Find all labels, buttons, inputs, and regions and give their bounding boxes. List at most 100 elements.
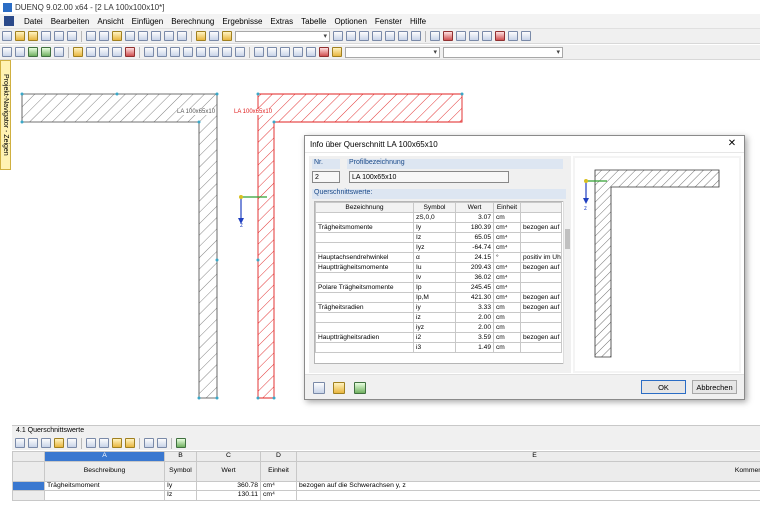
section-icon[interactable]	[125, 47, 135, 57]
cancel-button[interactable]: Abbrechen	[692, 380, 737, 394]
menu-hilfe[interactable]: Hilfe	[406, 17, 430, 26]
table-row[interactable]: Iyz -64.74 cm⁴	[315, 242, 562, 253]
window2-icon[interactable]	[209, 31, 219, 41]
result-view-icon[interactable]	[359, 31, 369, 41]
menu-tabelle[interactable]: Tabelle	[297, 17, 330, 26]
print-graphic-icon[interactable]	[67, 31, 77, 41]
text-icon[interactable]	[54, 47, 64, 57]
col-letter[interactable]: C	[196, 451, 261, 462]
cell[interactable]: 130.11	[196, 490, 261, 501]
dim2-icon[interactable]	[157, 47, 167, 57]
table-row[interactable]: Trägheitsmomente Iy 180.39 cm⁴ bezogen auf	[315, 222, 562, 233]
menu-ergebnisse[interactable]: Ergebnisse	[218, 17, 266, 26]
new-icon[interactable]	[2, 31, 12, 41]
paste-icon[interactable]	[54, 438, 64, 448]
cell[interactable]: Iz	[164, 490, 197, 501]
menu-extras[interactable]: Extras	[266, 17, 297, 26]
edit-icon[interactable]	[333, 382, 345, 394]
dim7-icon[interactable]	[222, 47, 232, 57]
filter-combo-2[interactable]: ▾	[443, 46, 563, 58]
dim1-icon[interactable]	[144, 47, 154, 57]
target-icon[interactable]	[443, 31, 453, 41]
table-row[interactable]: iyz 2.00 cm	[315, 322, 562, 333]
cell[interactable]: cm⁴	[260, 480, 297, 491]
cell[interactable]	[44, 490, 165, 501]
table-row[interactable]: Hauptachsendrehwinkel α 24.15 ° positiv im U…	[315, 252, 562, 263]
table-row[interactable]: i3 1.49 cm	[315, 342, 562, 353]
grid-icon[interactable]	[411, 31, 421, 41]
excel-icon[interactable]	[176, 438, 186, 448]
element-icon[interactable]	[112, 47, 122, 57]
doc-icon[interactable]	[4, 16, 14, 26]
help-icon[interactable]	[313, 382, 325, 394]
line-icon[interactable]	[15, 47, 25, 57]
table-row[interactable]: Iv 36.02 cm⁴	[315, 272, 562, 283]
filter2-icon[interactable]	[125, 438, 135, 448]
tool-e-icon[interactable]	[319, 47, 329, 57]
close-icon[interactable]: ✕	[726, 138, 738, 150]
menu-einfuegen[interactable]: Einfügen	[128, 17, 168, 26]
settings-icon[interactable]	[222, 31, 232, 41]
results-icon[interactable]	[164, 31, 174, 41]
table-row[interactable]: Trägheitsmoment Iy 360.78 cm⁴ bezogen au…	[12, 480, 760, 491]
table-icon[interactable]	[15, 438, 25, 448]
calculate-icon[interactable]	[125, 31, 135, 41]
pointer-icon[interactable]	[2, 47, 12, 57]
next-table-icon[interactable]	[99, 438, 109, 448]
table-row[interactable]: iz 2.00 cm	[315, 312, 562, 323]
grid-snap-icon[interactable]	[99, 47, 109, 57]
menu-fenster[interactable]: Fenster	[371, 17, 406, 26]
table-row[interactable]: Polare Trägheitsmomente Ip 245.45 cm⁴	[315, 282, 562, 293]
tool-b-icon[interactable]	[280, 47, 290, 57]
menu-bearbeiten[interactable]: Bearbeiten	[47, 17, 94, 26]
tool-a-icon[interactable]	[267, 47, 277, 57]
node-icon[interactable]	[28, 47, 38, 57]
cell[interactable]	[296, 490, 760, 501]
table2-icon[interactable]	[28, 438, 38, 448]
col-letter[interactable]: A	[44, 451, 165, 462]
report-icon[interactable]	[177, 31, 187, 41]
load-case-combo[interactable]: ▾	[235, 30, 330, 42]
dimension-icon[interactable]	[86, 47, 96, 57]
sort-icon[interactable]	[67, 438, 77, 448]
section-gray[interactable]	[20, 92, 219, 400]
select-rows-icon[interactable]	[157, 438, 167, 448]
cell[interactable]: Iy	[164, 480, 197, 491]
cell[interactable]: cm⁴	[260, 490, 297, 501]
dim4-icon[interactable]	[183, 47, 193, 57]
edit-icon[interactable]	[28, 31, 38, 41]
copy-icon[interactable]	[508, 31, 518, 41]
isolines-icon[interactable]	[398, 31, 408, 41]
table-row[interactable]: zS,0,0 3.07 cm	[315, 212, 562, 223]
scroll-thumb[interactable]	[565, 229, 570, 249]
cell[interactable]: bezogen auf die Schwerachsen y, z	[296, 480, 760, 491]
table-export-icon[interactable]	[354, 382, 366, 394]
table-scrollbar[interactable]	[563, 201, 570, 364]
undo-icon[interactable]	[86, 31, 96, 41]
table-row[interactable]: Ip,M 421.30 cm⁴ bezogen auf	[315, 292, 562, 303]
measure-icon[interactable]	[254, 47, 264, 57]
table-row[interactable]: Iz 65.05 cm⁴	[315, 232, 562, 243]
dim6-icon[interactable]	[209, 47, 219, 57]
col-letter[interactable]: E	[296, 451, 760, 462]
cross-icon[interactable]	[482, 31, 492, 41]
snap-icon[interactable]	[73, 47, 83, 57]
row-header[interactable]	[12, 480, 45, 491]
row-header[interactable]	[12, 490, 45, 501]
display-icon[interactable]	[372, 31, 382, 41]
table-row[interactable]: Trägheitsradien iy 3.33 cm bezogen auf	[315, 302, 562, 313]
dim5-icon[interactable]	[196, 47, 206, 57]
filter-icon[interactable]	[112, 438, 122, 448]
select-icon[interactable]	[430, 31, 440, 41]
view-icon[interactable]	[151, 31, 161, 41]
rotate-icon[interactable]	[456, 31, 466, 41]
print-icon[interactable]	[54, 31, 64, 41]
next-icon[interactable]	[346, 31, 356, 41]
filter-combo-1[interactable]: ▾	[345, 46, 440, 58]
tool-c-icon[interactable]	[293, 47, 303, 57]
save-icon[interactable]	[41, 31, 51, 41]
draw-icon[interactable]	[112, 31, 122, 41]
open-icon[interactable]	[15, 31, 25, 41]
menu-berechnung[interactable]: Berechnung	[167, 17, 218, 26]
menu-datei[interactable]: Datei	[20, 17, 47, 26]
